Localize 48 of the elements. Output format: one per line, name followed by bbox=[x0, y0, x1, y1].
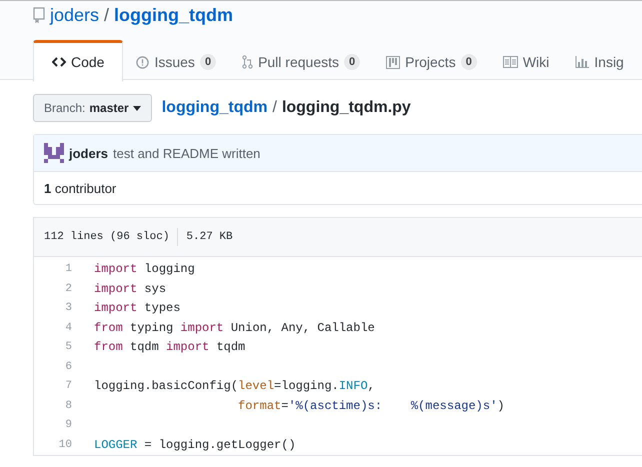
line-number: 7 bbox=[64, 379, 73, 394]
line-count: 112 lines (96 sloc) bbox=[44, 231, 170, 243]
path-separator: / bbox=[104, 4, 110, 26]
nav-tab[interactable]: Wiki bbox=[490, 40, 562, 82]
caret-icon bbox=[132, 106, 141, 110]
code-line: LOGGER = logging.getLogger() bbox=[94, 436, 296, 454]
line-number: 4 bbox=[64, 320, 73, 336]
code-line: import sys bbox=[94, 280, 166, 298]
nav-tab[interactable]: Pull requests 0 bbox=[229, 40, 374, 82]
code-line: from tqdm import tqdm bbox=[94, 339, 246, 356]
project-board-icon bbox=[386, 56, 400, 68]
code-icon bbox=[52, 56, 66, 68]
pull-request-icon bbox=[242, 55, 254, 69]
line-number: 3 bbox=[64, 301, 73, 316]
code-line: logging.basicConfig(level=logging.INFO, bbox=[94, 378, 375, 395]
nav-tab[interactable]: Code bbox=[33, 40, 124, 82]
book-icon bbox=[502, 56, 518, 68]
file-size: 5.27 KB bbox=[186, 231, 233, 243]
nav-tab[interactable]: Projects 0 bbox=[373, 40, 490, 82]
line-number: 5 bbox=[64, 340, 73, 355]
code-line: import logging bbox=[94, 261, 195, 278]
count-badge: 0 bbox=[200, 54, 216, 70]
owner-link[interactable]: joders bbox=[50, 4, 100, 26]
identicon-icon bbox=[44, 143, 64, 163]
line-number: 8 bbox=[64, 398, 73, 414]
contributor-count[interactable]: 1 contributor bbox=[44, 180, 116, 196]
line-number: 1 bbox=[64, 262, 73, 277]
file-name: logging_tqdm.py bbox=[282, 99, 411, 117]
code-line: format='%(asctime)s: %(message)s') bbox=[237, 398, 504, 414]
line-number: 2 bbox=[64, 282, 73, 296]
nav-tab[interactable]: Issues 0 bbox=[123, 40, 230, 82]
line-number: 9 bbox=[64, 418, 73, 433]
line-number: 6 bbox=[64, 360, 73, 374]
repository-link[interactable]: logging_tqdm bbox=[162, 99, 268, 117]
nav-tab[interactable]: Insig bbox=[562, 40, 637, 82]
repository-link[interactable]: logging_tqdm bbox=[114, 4, 234, 26]
line-number: 10 bbox=[58, 438, 73, 452]
count-badge: 0 bbox=[344, 54, 360, 70]
commit-message[interactable]: test and README written bbox=[113, 146, 260, 160]
bar-graph-icon bbox=[575, 56, 590, 68]
code-line: from typing import Union, Any, Callable bbox=[94, 320, 375, 336]
count-badge: 0 bbox=[460, 54, 477, 70]
repository-icon bbox=[33, 7, 45, 23]
path-separator: / bbox=[272, 99, 277, 117]
branch-selector[interactable]: Branch: master bbox=[33, 94, 152, 122]
issue-icon bbox=[136, 56, 150, 68]
commit-author[interactable]: joders bbox=[69, 146, 108, 160]
code-line: import types bbox=[94, 300, 180, 317]
